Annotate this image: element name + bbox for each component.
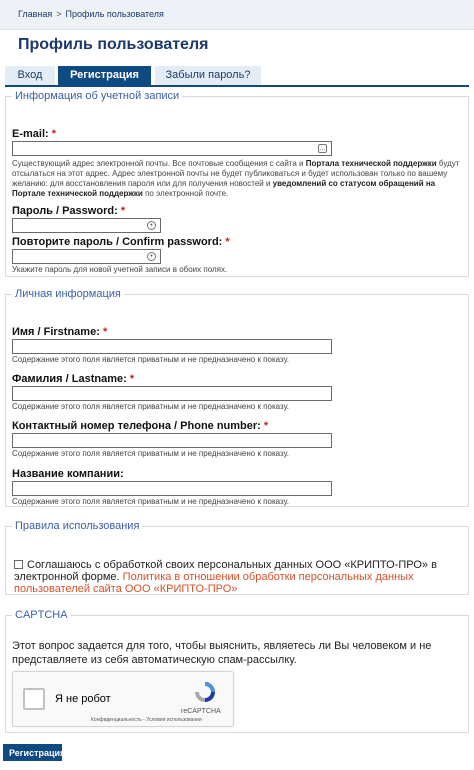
tab-registration[interactable]: Регистрация [58, 66, 151, 85]
phone-label: Контактный номер телефона / Phone number… [12, 420, 269, 432]
rules-legend: Правила использования [15, 520, 140, 532]
email-field[interactable]: … [12, 141, 332, 156]
phone-field[interactable] [12, 433, 332, 448]
email-description: Существующий адрес электронной почты. Вс… [12, 159, 460, 198]
password-field[interactable]: • [12, 218, 161, 233]
agreement-row: Соглашаюсь с обработкой своих персональн… [14, 559, 462, 595]
captcha-fieldset: CAPTCHA Этот вопрос задается для того, ч… [5, 609, 469, 733]
company-description: Содержание этого поля является приватным… [12, 497, 289, 506]
personal-fieldset: Личная информация Имя / Firstname: * Сод… [5, 288, 469, 507]
register-button[interactable]: Регистрация [3, 744, 65, 761]
tab-forgot-password[interactable]: Забыли пароль? [155, 66, 261, 85]
lastname-label: Фамилия / Lastname: * [12, 373, 135, 385]
breadcrumb: Главная > Профиль пользователя [0, 0, 474, 30]
agreement-checkbox[interactable] [14, 560, 23, 569]
recaptcha-logo-icon [195, 682, 215, 702]
firstname-field[interactable] [12, 339, 332, 354]
password-description: Укажите пароль для новой учетной записи … [12, 265, 228, 274]
confirm-password-label: Повторите пароль / Confirm password: * [12, 236, 230, 248]
recaptcha-widget: Я не робот reCAPTCHA Конфиденциальность … [12, 671, 234, 727]
breadcrumb-separator: > [56, 9, 62, 19]
recaptcha-label: Я не робот [55, 693, 111, 705]
account-fieldset: Информация об учетной записи E-mail: * …… [5, 90, 469, 277]
autofill-icon: … [318, 144, 327, 153]
firstname-description: Содержание этого поля является приватным… [12, 355, 289, 364]
key-icon: • [147, 221, 156, 230]
lastname-description: Содержание этого поля является приватным… [12, 402, 289, 411]
phone-description: Содержание этого поля является приватным… [12, 449, 289, 458]
company-field[interactable] [12, 481, 332, 496]
confirm-password-field[interactable]: • [12, 249, 161, 264]
password-label: Пароль / Password: * [12, 205, 126, 217]
lastname-field[interactable] [12, 386, 332, 401]
page-title: Профиль пользователя [18, 36, 209, 53]
company-label: Название компании: [12, 468, 124, 480]
personal-legend: Личная информация [15, 288, 121, 300]
rules-fieldset: Правила использования Соглашаюсь с обраб… [5, 520, 469, 595]
captcha-question: Этот вопрос задается для того, чтобы выя… [12, 640, 432, 666]
breadcrumb-home-link[interactable]: Главная [18, 9, 52, 19]
email-label: E-mail: * [12, 128, 57, 140]
firstname-label: Имя / Firstname: * [12, 326, 108, 338]
tab-bar: Вход Регистрация Забыли пароль? [5, 66, 469, 85]
captcha-legend: CAPTCHA [15, 609, 68, 621]
recaptcha-checkbox[interactable] [23, 688, 45, 710]
key-icon: • [147, 252, 156, 261]
tab-underline [5, 85, 469, 87]
recaptcha-brand: reCAPTCHA [181, 708, 221, 715]
tab-login[interactable]: Вход [5, 66, 55, 85]
required-mark: * [51, 128, 57, 140]
breadcrumb-current: Профиль пользователя [65, 9, 164, 19]
recaptcha-terms[interactable]: Конфиденциальность - Условия использован… [91, 717, 202, 723]
account-legend: Информация об учетной записи [15, 90, 180, 102]
